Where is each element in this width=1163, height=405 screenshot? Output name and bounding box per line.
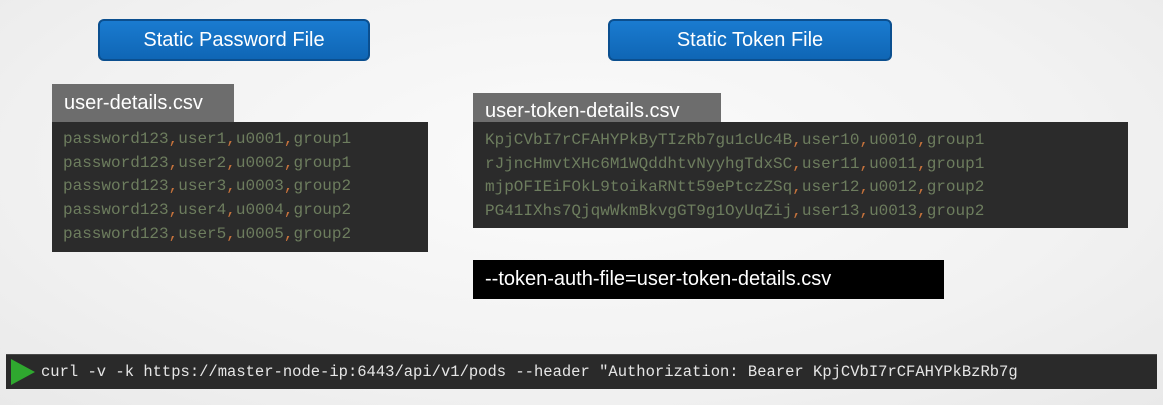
password-csv-cell: u0003 [235, 177, 284, 196]
static-password-file-header: Static Password File [98, 19, 370, 61]
password-csv-cell: password123 [63, 130, 169, 148]
csv-separator: , [168, 153, 179, 172]
token-csv-row: PG41IXhs7QjqwWkmBkvgGT9g1OyUqZij,user13,… [485, 200, 1128, 224]
token-csv-cell: group1 [926, 154, 985, 173]
password-csv-cell: user1 [178, 130, 227, 148]
password-csv-cell: u0004 [235, 201, 284, 220]
csv-separator: , [917, 131, 927, 149]
token-auth-file-flag-text: --token-auth-file=user-token-details.csv [485, 268, 832, 290]
static-password-file-label: Static Password File [143, 28, 325, 51]
csv-separator: , [226, 201, 236, 220]
csv-separator: , [917, 154, 927, 173]
password-csv-row: password123,user4,u0004,group2 [63, 199, 428, 223]
password-csv-cell: group1 [293, 153, 352, 172]
password-csv-cell: group1 [293, 130, 352, 148]
password-csv-cell: group2 [293, 224, 352, 243]
token-csv-row: KpjCVbI7rCFAHYPkByTIzRb7gu1cUc4B,user10,… [485, 129, 1128, 153]
password-csv-cell: user4 [178, 201, 227, 220]
password-csv-cell: user2 [178, 153, 227, 172]
password-csv-cell: user3 [178, 177, 227, 196]
password-csv-cell: user5 [178, 224, 227, 243]
csv-separator: , [917, 202, 927, 221]
password-csv-row: password123,user3,u0003,group2 [63, 175, 428, 199]
password-csv-cell: password123 [63, 153, 169, 172]
csv-separator: , [226, 153, 236, 172]
password-csv-row: password123,user2,u0002,group1 [63, 152, 428, 176]
token-csv-cell: KpjCVbI7rCFAHYPkByTIzRb7gu1cUc4B [485, 131, 793, 149]
token-csv-row: mjpOFIEiFOkL9toikaRNtt59ePtczZSq,user12,… [485, 176, 1128, 200]
token-csv-cell: group1 [926, 131, 985, 149]
csv-separator: , [792, 154, 802, 173]
token-csv-cell: mjpOFIEiFOkL9toikaRNtt59ePtczZSq [485, 178, 793, 197]
csv-separator: , [792, 202, 802, 221]
csv-separator: , [792, 178, 802, 197]
token-csv-cell: rJjncHmvtXHc6M1WQddhtvNyyhgTdxSC [485, 154, 793, 173]
csv-separator: , [168, 224, 179, 243]
password-csv-cell: password123 [63, 224, 169, 243]
token-csv-filename: user-token-details.csv [485, 99, 680, 122]
password-csv-row: password123,user5,u0005,group2 [63, 223, 428, 247]
csv-separator: , [226, 130, 236, 148]
password-csv-cell: password123 [63, 201, 169, 220]
token-csv-cell: user13 [801, 202, 860, 221]
token-csv-cell: group2 [926, 202, 985, 221]
csv-separator: , [859, 131, 870, 149]
password-csv-content: password123,user1,u0001,group1 password12… [52, 122, 428, 252]
play-icon [11, 359, 35, 385]
token-csv-content: KpjCVbI7rCFAHYPkByTIzRb7gu1cUc4B,user10,… [473, 122, 1128, 228]
password-csv-cell: u0005 [235, 224, 284, 243]
csv-separator: , [168, 130, 179, 148]
csv-separator: , [226, 177, 236, 196]
password-csv-filename: user-details.csv [64, 91, 203, 114]
token-csv-row: rJjncHmvtXHc6M1WQddhtvNyyhgTdxSC,user11,… [485, 153, 1128, 177]
csv-separator: , [226, 224, 236, 243]
csv-separator: , [168, 177, 179, 196]
token-csv-cell: user10 [801, 131, 860, 149]
token-csv-cell: user11 [801, 154, 860, 173]
static-token-file-header: Static Token File [608, 19, 892, 61]
password-csv-filename-tab: user-details.csv [52, 84, 234, 122]
csv-separator: , [917, 178, 927, 197]
token-csv-cell: user12 [801, 178, 860, 197]
csv-separator: , [859, 202, 870, 221]
csv-separator: , [859, 154, 870, 173]
password-csv-cell: u0002 [235, 153, 284, 172]
password-csv-cell: u0001 [235, 130, 284, 148]
password-csv-cell: group2 [293, 201, 352, 220]
token-auth-file-flag: --token-auth-file=user-token-details.csv [473, 260, 944, 299]
token-csv-cell: u0013 [869, 202, 918, 221]
curl-command: curl -v -k https://master-node-ip:6443/a… [41, 363, 1018, 381]
csv-separator: , [168, 201, 179, 220]
token-csv-cell: u0012 [869, 178, 918, 197]
token-csv-cell: u0010 [869, 131, 918, 149]
csv-separator: , [859, 178, 870, 197]
token-csv-cell: u0011 [869, 154, 918, 173]
password-csv-cell: password123 [63, 177, 169, 196]
token-csv-cell: group2 [926, 178, 985, 197]
password-csv-row: password123,user1,u0001,group1 [63, 128, 428, 152]
token-csv-cell: PG41IXhs7QjqwWkmBkvgGT9g1OyUqZij [485, 202, 793, 221]
csv-separator: , [792, 131, 802, 149]
static-token-file-label: Static Token File [676, 28, 824, 51]
terminal-command-bar: curl -v -k https://master-node-ip:6443/a… [6, 354, 1157, 389]
password-csv-cell: group2 [293, 177, 352, 196]
